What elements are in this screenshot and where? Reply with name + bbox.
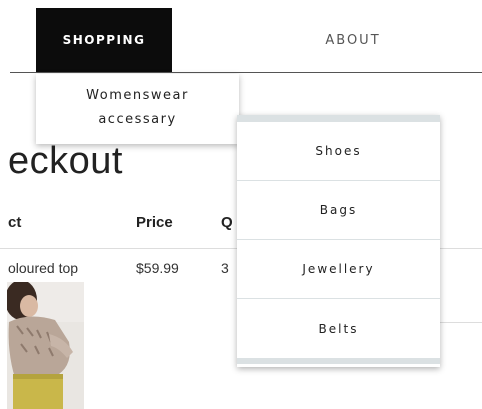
nav-item-about[interactable]: ABOUT (290, 8, 416, 72)
dropdown-item-accessary[interactable]: accessary (36, 108, 239, 132)
cell-product-name: oloured top (8, 260, 79, 276)
nav-item-shopping[interactable]: SHOPPING (36, 8, 172, 72)
page-title: eckout (8, 140, 123, 182)
accessary-submenu: Shoes Bags Jewellery Belts (237, 115, 440, 367)
product-photo (7, 282, 84, 409)
submenu-item-belts[interactable]: Belts (237, 299, 440, 364)
product-image (7, 282, 84, 409)
column-header-quantity: Q (221, 214, 233, 231)
cell-price: $59.99 (136, 260, 179, 276)
column-header-product: ct (8, 214, 22, 231)
submenu-item-shoes[interactable]: Shoes (237, 122, 440, 181)
top-nav: SHOPPING ABOUT (0, 0, 482, 72)
submenu-item-bags[interactable]: Bags (237, 181, 440, 240)
column-header-price: Price (136, 214, 173, 231)
nav-divider (10, 72, 482, 73)
shopping-dropdown: Womenswear accessary (36, 74, 239, 144)
submenu-item-jewellery[interactable]: Jewellery (237, 240, 440, 299)
dropdown-item-womenswear[interactable]: Womenswear (36, 84, 239, 108)
cell-quantity: 3 (221, 260, 229, 276)
